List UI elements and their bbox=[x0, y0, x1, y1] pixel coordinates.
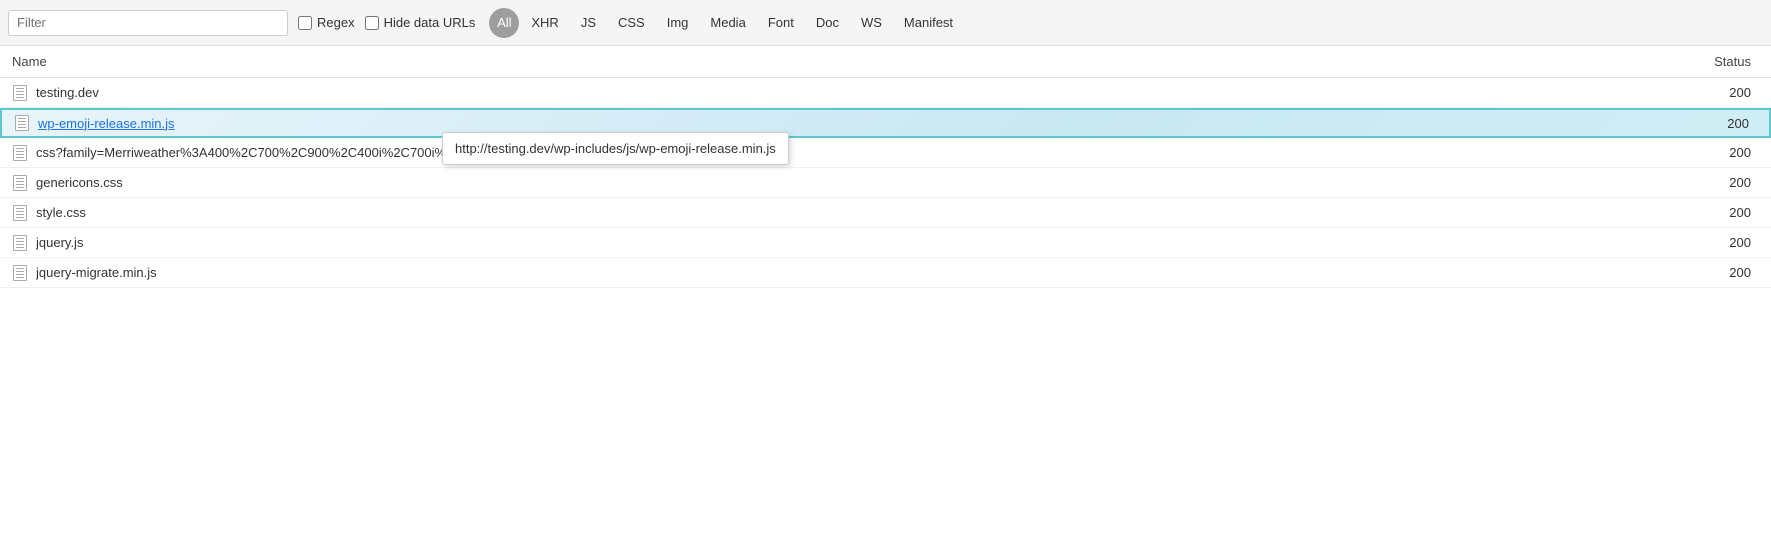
table-row[interactable]: wp-emoji-release.min.js200http://testing… bbox=[0, 108, 1771, 138]
file-icon bbox=[12, 205, 28, 221]
regex-checkbox-group: Regex bbox=[298, 15, 355, 30]
filter-type-buttons: AllXHRJSCSSImgMediaFontDocWSManifest bbox=[489, 8, 963, 38]
row-status: 200 bbox=[1639, 265, 1759, 280]
table-row[interactable]: css?family=Merriweather%3A400%2C700%2C90… bbox=[0, 138, 1771, 168]
row-status: 200 bbox=[1639, 175, 1759, 190]
row-name: css?family=Merriweather%3A400%2C700%2C90… bbox=[36, 145, 1639, 160]
hide-data-urls-checkbox-group: Hide data URLs bbox=[365, 15, 476, 30]
filter-btn-all[interactable]: All bbox=[489, 8, 519, 38]
row-status: 200 bbox=[1639, 145, 1759, 160]
hide-data-urls-checkbox[interactable] bbox=[365, 16, 379, 30]
filter-input[interactable] bbox=[8, 10, 288, 36]
row-name: style.css bbox=[36, 205, 1639, 220]
row-name[interactable]: wp-emoji-release.min.js bbox=[38, 116, 1637, 131]
filter-btn-doc[interactable]: Doc bbox=[806, 10, 849, 36]
row-status: 200 bbox=[1639, 205, 1759, 220]
column-header-status: Status bbox=[1639, 54, 1759, 69]
table-row[interactable]: genericons.css200 bbox=[0, 168, 1771, 198]
table-row[interactable]: testing.dev200 bbox=[0, 78, 1771, 108]
row-name: jquery-migrate.min.js bbox=[36, 265, 1639, 280]
regex-checkbox[interactable] bbox=[298, 16, 312, 30]
table-row[interactable]: jquery.js200 bbox=[0, 228, 1771, 258]
row-status: 200 bbox=[1639, 85, 1759, 100]
network-toolbar: Regex Hide data URLs AllXHRJSCSSImgMedia… bbox=[0, 0, 1771, 46]
file-icon bbox=[14, 115, 30, 131]
url-tooltip: http://testing.dev/wp-includes/js/wp-emo… bbox=[442, 132, 789, 165]
filter-btn-xhr[interactable]: XHR bbox=[521, 10, 568, 36]
file-icon bbox=[12, 175, 28, 191]
filter-btn-ws[interactable]: WS bbox=[851, 10, 892, 36]
row-name: jquery.js bbox=[36, 235, 1639, 250]
row-name: genericons.css bbox=[36, 175, 1639, 190]
row-status: 200 bbox=[1639, 235, 1759, 250]
table-row[interactable]: style.css200 bbox=[0, 198, 1771, 228]
file-icon bbox=[12, 265, 28, 281]
regex-label: Regex bbox=[317, 15, 355, 30]
filter-btn-font[interactable]: Font bbox=[758, 10, 804, 36]
filter-btn-manifest[interactable]: Manifest bbox=[894, 10, 963, 36]
network-table-body: testing.dev200wp-emoji-release.min.js200… bbox=[0, 78, 1771, 288]
file-icon bbox=[12, 145, 28, 161]
row-status: 200 bbox=[1637, 116, 1757, 131]
table-header: Name Status bbox=[0, 46, 1771, 78]
file-icon bbox=[12, 85, 28, 101]
table-row[interactable]: jquery-migrate.min.js200 bbox=[0, 258, 1771, 288]
filter-btn-css[interactable]: CSS bbox=[608, 10, 655, 36]
hide-data-urls-label: Hide data URLs bbox=[384, 15, 476, 30]
column-header-name: Name bbox=[12, 54, 1639, 69]
filter-btn-img[interactable]: Img bbox=[657, 10, 699, 36]
filter-btn-media[interactable]: Media bbox=[700, 10, 755, 36]
filter-btn-js[interactable]: JS bbox=[571, 10, 606, 36]
file-icon bbox=[12, 235, 28, 251]
row-name: testing.dev bbox=[36, 85, 1639, 100]
